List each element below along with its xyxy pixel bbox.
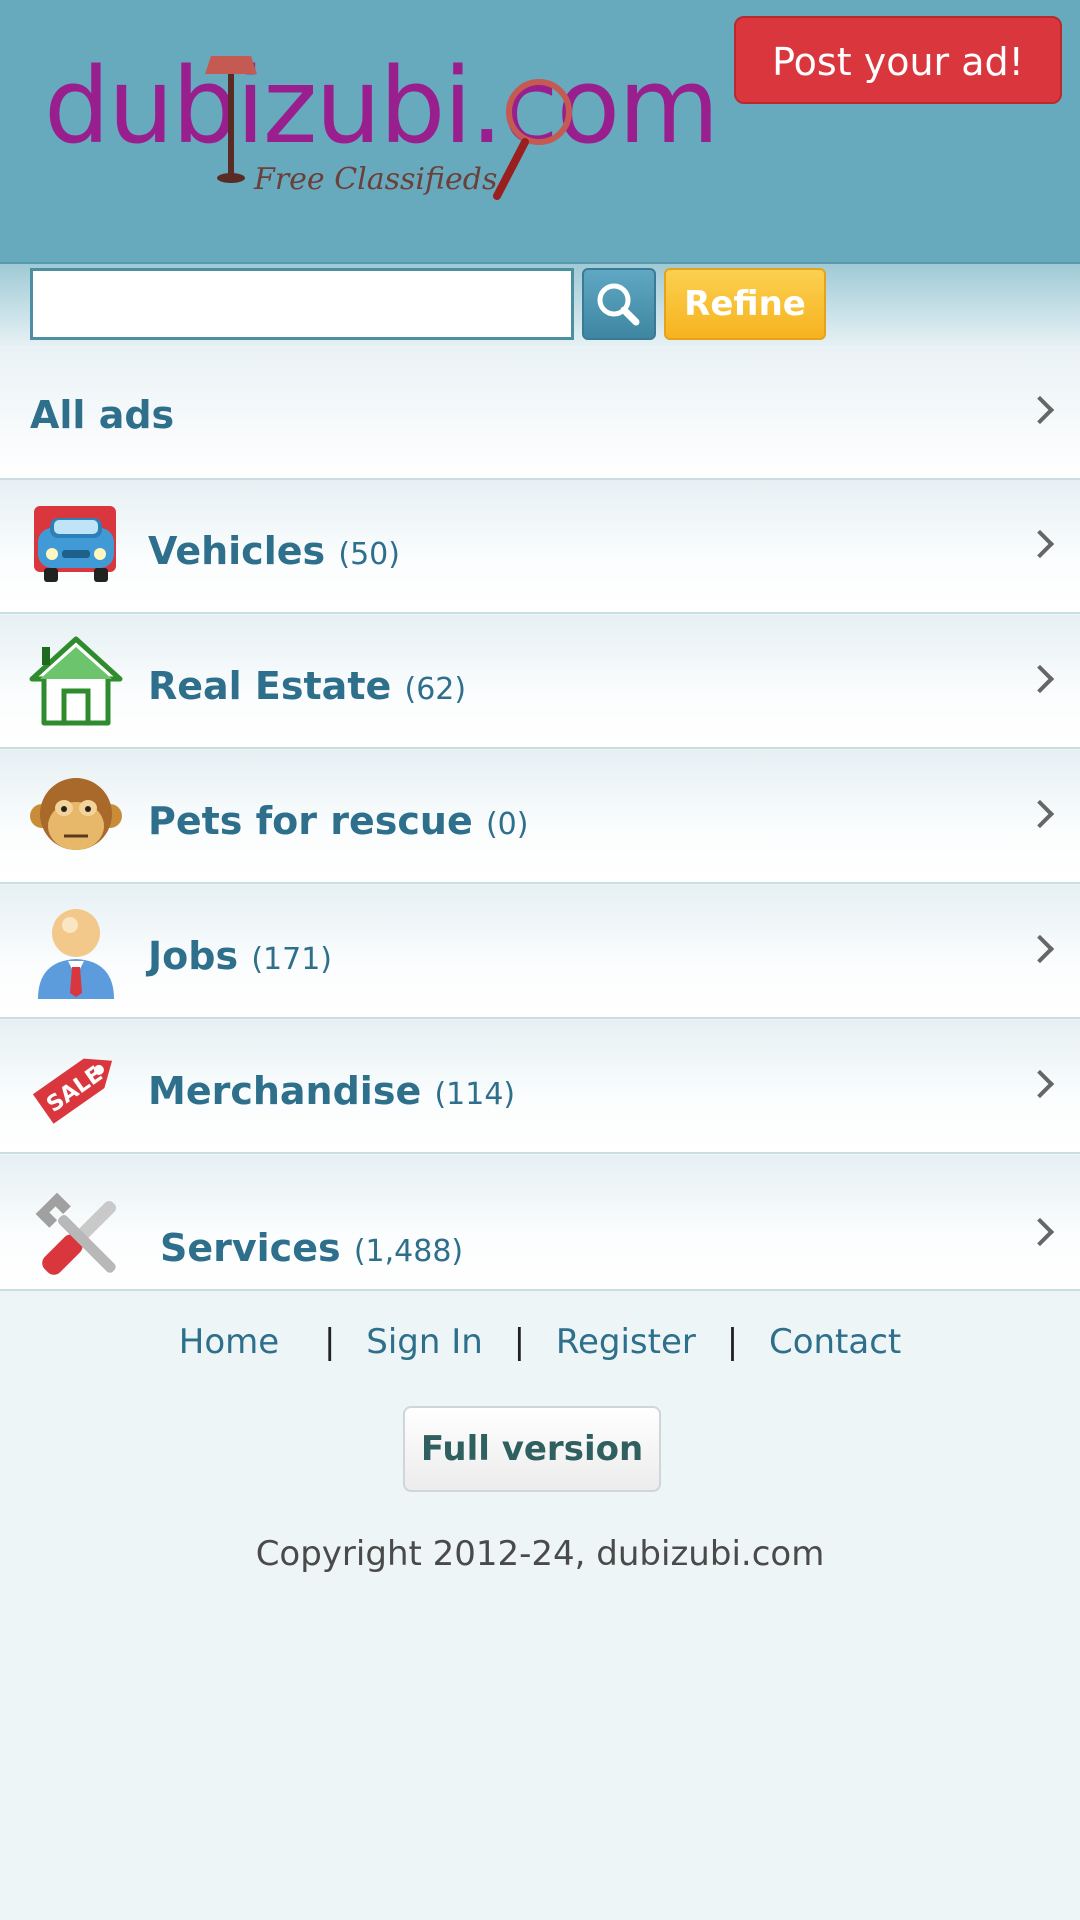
- search-input[interactable]: [30, 268, 574, 340]
- full-version-button[interactable]: Full version: [403, 1406, 661, 1492]
- logo-text: dubizubi.com: [44, 45, 719, 167]
- category-vehicles[interactable]: Vehicles (50): [0, 480, 1080, 614]
- category-name: Jobs: [148, 934, 239, 978]
- search-button[interactable]: [582, 268, 656, 340]
- search-icon: [597, 283, 640, 326]
- chevron-right-icon: [1025, 934, 1055, 964]
- magnifier-icon: [493, 79, 572, 200]
- logo-tagline: Free Classifieds: [254, 162, 498, 197]
- chevron-right-icon: [1025, 529, 1055, 559]
- chevron-right-icon: [1025, 1069, 1055, 1099]
- house-icon: [29, 636, 123, 726]
- category-label: Services (1,488): [160, 1229, 463, 1267]
- category-services[interactable]: Services (1,488): [0, 1155, 1080, 1291]
- person-icon: [38, 909, 114, 999]
- category-jobs[interactable]: Jobs (171): [0, 885, 1080, 1019]
- category-name: Pets for rescue: [148, 799, 473, 843]
- category-label: Vehicles (50): [148, 532, 400, 570]
- chevron-right-icon: [1025, 799, 1055, 829]
- category-all-ads[interactable]: All ads: [0, 346, 1080, 480]
- category-count: (114): [434, 1077, 516, 1112]
- category-label: Pets for rescue (0): [148, 802, 528, 840]
- sale-tag-icon: SALE: [32, 1058, 113, 1124]
- car-icon: [34, 506, 116, 582]
- category-name: Services: [160, 1226, 341, 1270]
- category-name: Real Estate: [148, 664, 392, 708]
- category-pets-for-rescue[interactable]: Pets for rescue (0): [0, 750, 1080, 884]
- chevron-right-icon: [1025, 664, 1055, 694]
- category-name: Vehicles: [148, 529, 326, 573]
- category-label: Jobs (171): [148, 937, 332, 975]
- header: dubizubi.com Free Classifieds Post your …: [0, 0, 1080, 264]
- category-count: (50): [338, 537, 400, 572]
- footer-link-home[interactable]: Home: [179, 1322, 279, 1362]
- site-logo[interactable]: dubizubi.com Free Classifieds: [36, 44, 719, 214]
- chevron-right-icon: [1025, 1217, 1055, 1247]
- monkey-icon: [30, 778, 122, 850]
- chevron-right-icon: [1025, 395, 1055, 425]
- category-merchandise[interactable]: SALE Merchandise (114): [0, 1020, 1080, 1154]
- category-label: All ads: [30, 393, 175, 437]
- category-count: (0): [485, 807, 529, 842]
- footer-link-contact[interactable]: Contact: [769, 1322, 901, 1362]
- category-count: (1,488): [353, 1234, 464, 1269]
- category-label: Real Estate (62): [148, 667, 466, 705]
- footer-separator: |: [323, 1322, 336, 1362]
- tools-icon: [35, 1192, 117, 1275]
- category-count: (62): [404, 672, 467, 707]
- lamp-icon: [205, 56, 257, 183]
- footer-links: Home | Sign In | Register | Contact: [0, 1322, 1080, 1362]
- refine-button[interactable]: Refine: [664, 268, 826, 340]
- category-count: (171): [251, 942, 332, 977]
- post-ad-button[interactable]: Post your ad!: [734, 16, 1062, 104]
- category-name: Merchandise: [148, 1069, 422, 1113]
- category-label: Merchandise (114): [148, 1072, 515, 1110]
- footer-separator: |: [726, 1322, 739, 1362]
- category-real-estate[interactable]: Real Estate (62): [0, 615, 1080, 749]
- footer-link-sign-in[interactable]: Sign In: [366, 1322, 483, 1362]
- copyright-text: Copyright 2012-24, dubizubi.com: [255, 1534, 825, 1574]
- search-bar: Refine: [0, 264, 1080, 346]
- footer-separator: |: [513, 1322, 526, 1362]
- footer-link-register[interactable]: Register: [556, 1322, 696, 1362]
